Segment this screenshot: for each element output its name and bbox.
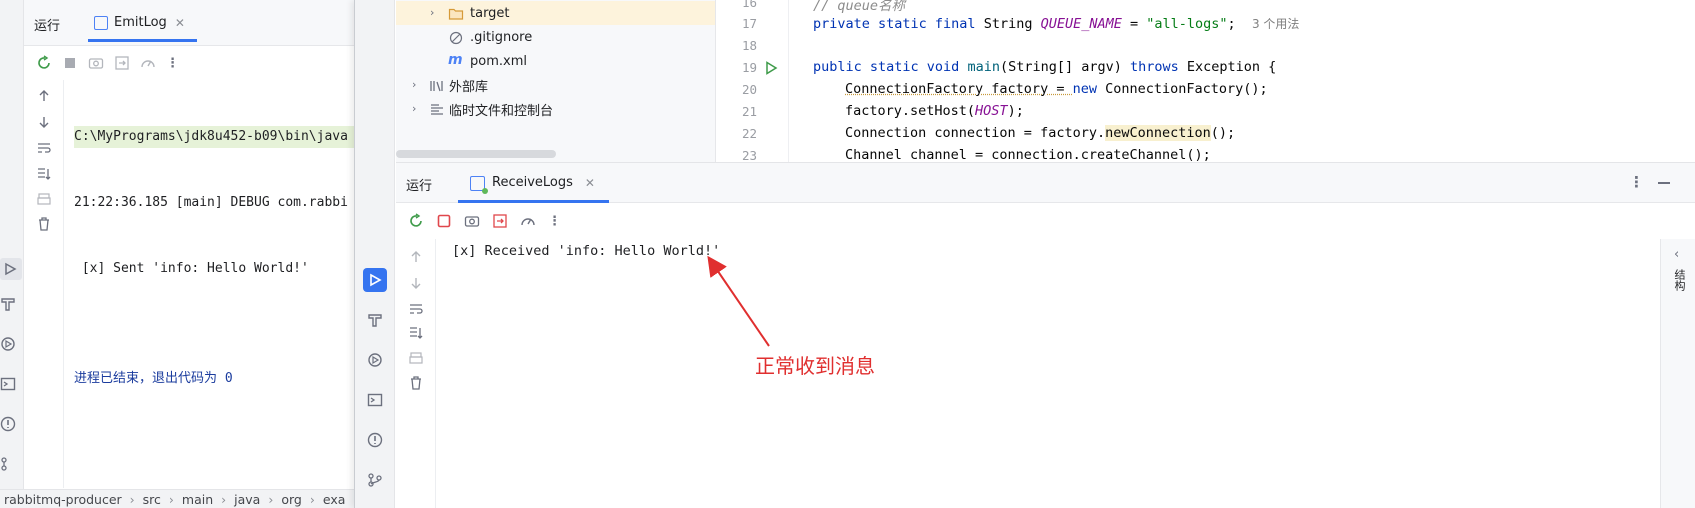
breadcrumb-item[interactable]: src [143,492,161,507]
annotation-arrow [707,255,770,347]
application-icon [94,16,108,30]
exit-icon[interactable] [114,55,130,71]
scroll-end-icon[interactable] [36,166,52,182]
emitlog-window: 运行 EmitLog ✕ ⋮ C:\MyPrograms\jdk8u452-b0… [0,0,354,508]
breadcrumb-item[interactable]: exa [323,492,346,507]
terminal-icon[interactable] [0,376,16,392]
breadcrumb: rabbitmq-producer › src › main › java › org ›… [0,489,354,508]
rerun-icon[interactable] [36,55,52,71]
more-icon[interactable]: ⋮ [166,56,179,71]
run-tool-icon[interactable] [0,258,22,280]
build-icon[interactable] [0,296,16,312]
profiler-icon[interactable] [140,55,156,71]
breadcrumb-item[interactable]: main [182,492,213,507]
tab-emitlog-label: EmitLog [114,15,167,30]
arrow-up-icon[interactable] [36,88,52,104]
arrow-down-icon[interactable] [36,114,52,130]
left-console-output: C:\MyPrograms\jdk8u452-b09\bin\java 21:2… [74,82,354,434]
problems-icon[interactable] [0,416,16,432]
left-run-header: 运行 EmitLog ✕ [24,0,354,46]
close-icon[interactable]: ✕ [175,16,185,30]
services-icon[interactable] [0,336,16,352]
stop-icon[interactable] [62,55,78,71]
breadcrumb-item[interactable]: java [234,492,260,507]
console-line: 进程已结束，退出代码为 0 [74,371,233,386]
left-tool-strip [0,0,24,508]
console-line: 21:22:36.185 [main] DEBUG com.rabbi [74,195,348,210]
breadcrumb-item[interactable]: rabbitmq-producer [4,492,122,507]
left-console-gutter [24,80,64,488]
main-ide-window: › target .gitignore m pom.xml › 外部库 › 临时… [354,0,1695,508]
breadcrumb-item[interactable]: org [281,492,302,507]
print-icon[interactable] [36,192,52,208]
annotation-label: 正常收到消息 [755,354,875,378]
console-line: [x] Sent 'info: Hello World!' [74,261,309,276]
screenshot-icon[interactable] [88,55,104,71]
run-title: 运行 [34,19,61,34]
git-icon[interactable] [0,456,16,472]
trash-icon[interactable] [36,216,52,232]
soft-wrap-icon[interactable] [36,140,52,156]
console-line: C:\MyPrograms\jdk8u452-b09\bin\java [74,126,354,148]
left-run-toolbar: ⋮ [24,46,354,80]
tab-emitlog[interactable]: EmitLog ✕ [88,6,197,42]
